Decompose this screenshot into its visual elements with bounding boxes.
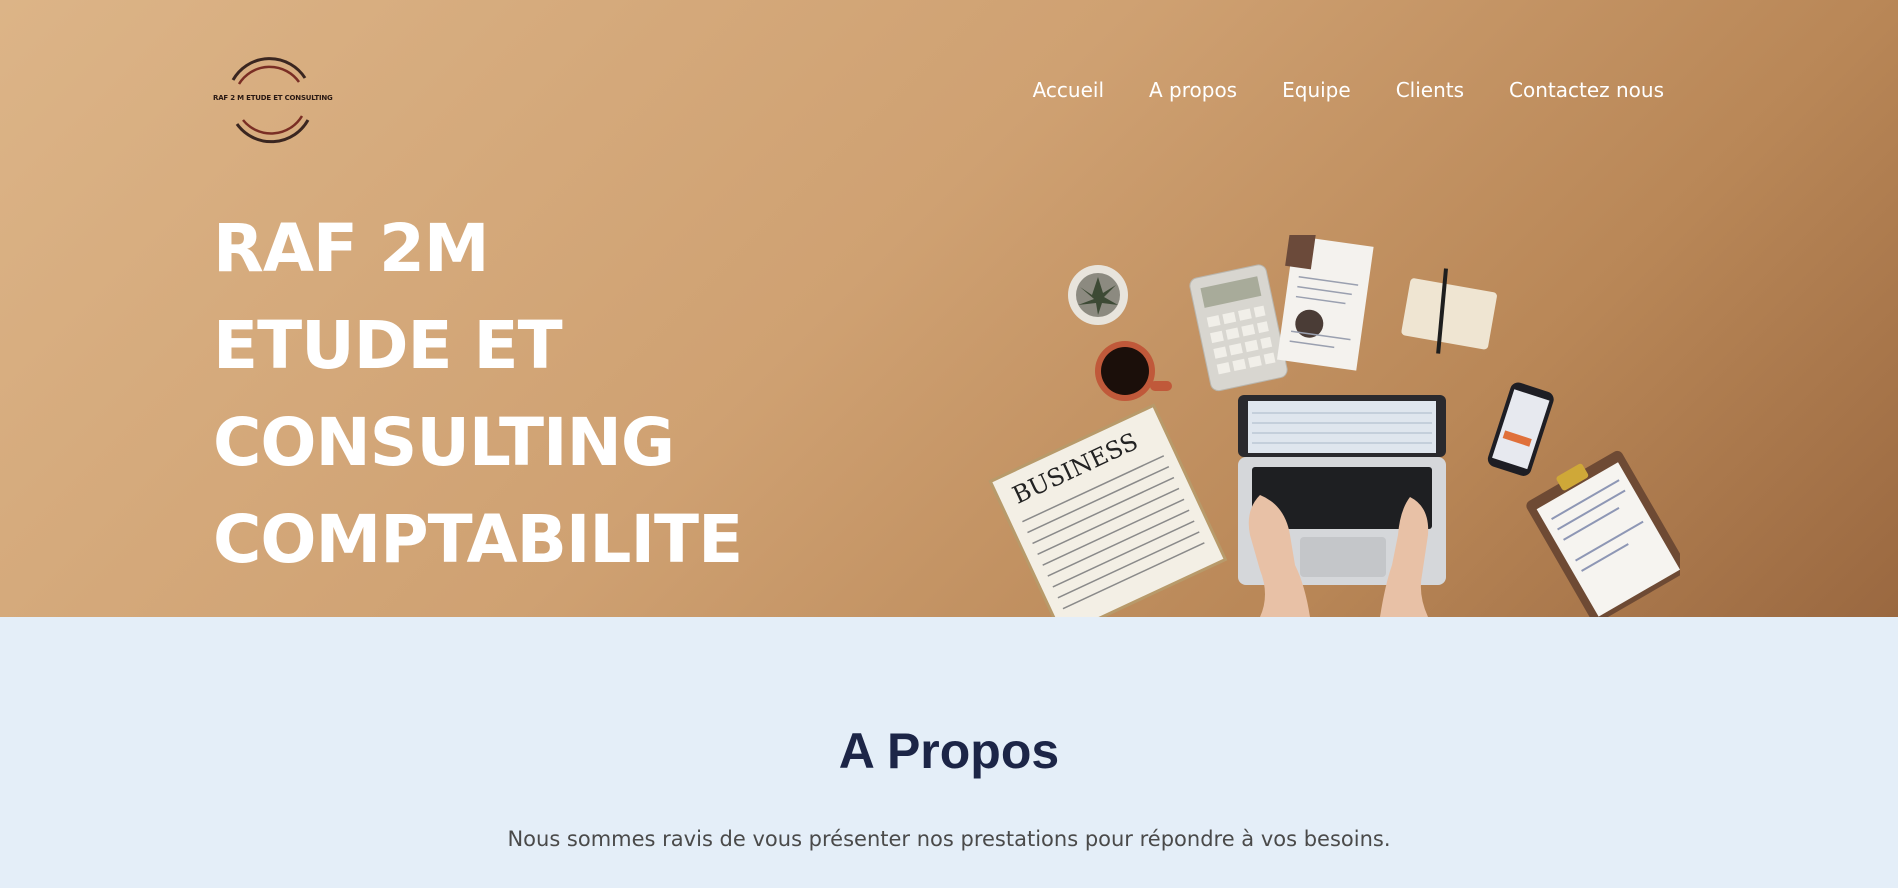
logo-text: RAF 2 M ETUDE ET CONSULTING xyxy=(213,94,333,102)
about-title: A Propos xyxy=(838,723,1060,779)
nav-equipe[interactable]: Equipe xyxy=(1282,78,1351,102)
about-description: Nous sommes ravis de vous présenter nos … xyxy=(507,827,1391,851)
nav-a-propos[interactable]: A propos xyxy=(1149,78,1237,102)
hero-title-line-4: COMPTABILITE xyxy=(213,501,743,578)
notebook-icon xyxy=(1401,268,1497,354)
desk-workspace-illustration: BUSINESS xyxy=(988,235,1680,617)
hero-title-line-3: CONSULTING xyxy=(213,404,675,481)
brand-logo[interactable]: RAF 2 M ETUDE ET CONSULTING xyxy=(213,50,333,150)
note-paper-icon xyxy=(1276,235,1374,371)
nav-accueil[interactable]: Accueil xyxy=(1033,78,1104,102)
newspaper-icon: BUSINESS xyxy=(988,403,1228,617)
smartphone-icon xyxy=(1487,382,1554,476)
hero-title-line-1: RAF 2M xyxy=(213,210,490,287)
nav-contactez-nous[interactable]: Contactez nous xyxy=(1509,78,1664,102)
nav-clients[interactable]: Clients xyxy=(1396,78,1464,102)
calculator-icon xyxy=(1189,264,1288,392)
about-section: A Propos Nous sommes ravis de vous prése… xyxy=(0,617,1898,888)
hero-title: RAF 2M ETUDE ET CONSULTING COMPTABILITE xyxy=(213,200,743,588)
plant-icon xyxy=(1068,265,1128,325)
coffee-cup-icon xyxy=(1095,341,1172,401)
hero-section: RAF 2 M ETUDE ET CONSULTING Accueil A pr… xyxy=(0,0,1898,617)
clipboard-icon xyxy=(1526,450,1680,617)
main-nav: Accueil A propos Equipe Clients Contacte… xyxy=(1033,78,1664,102)
hero-title-line-2: ETUDE ET xyxy=(213,307,563,384)
